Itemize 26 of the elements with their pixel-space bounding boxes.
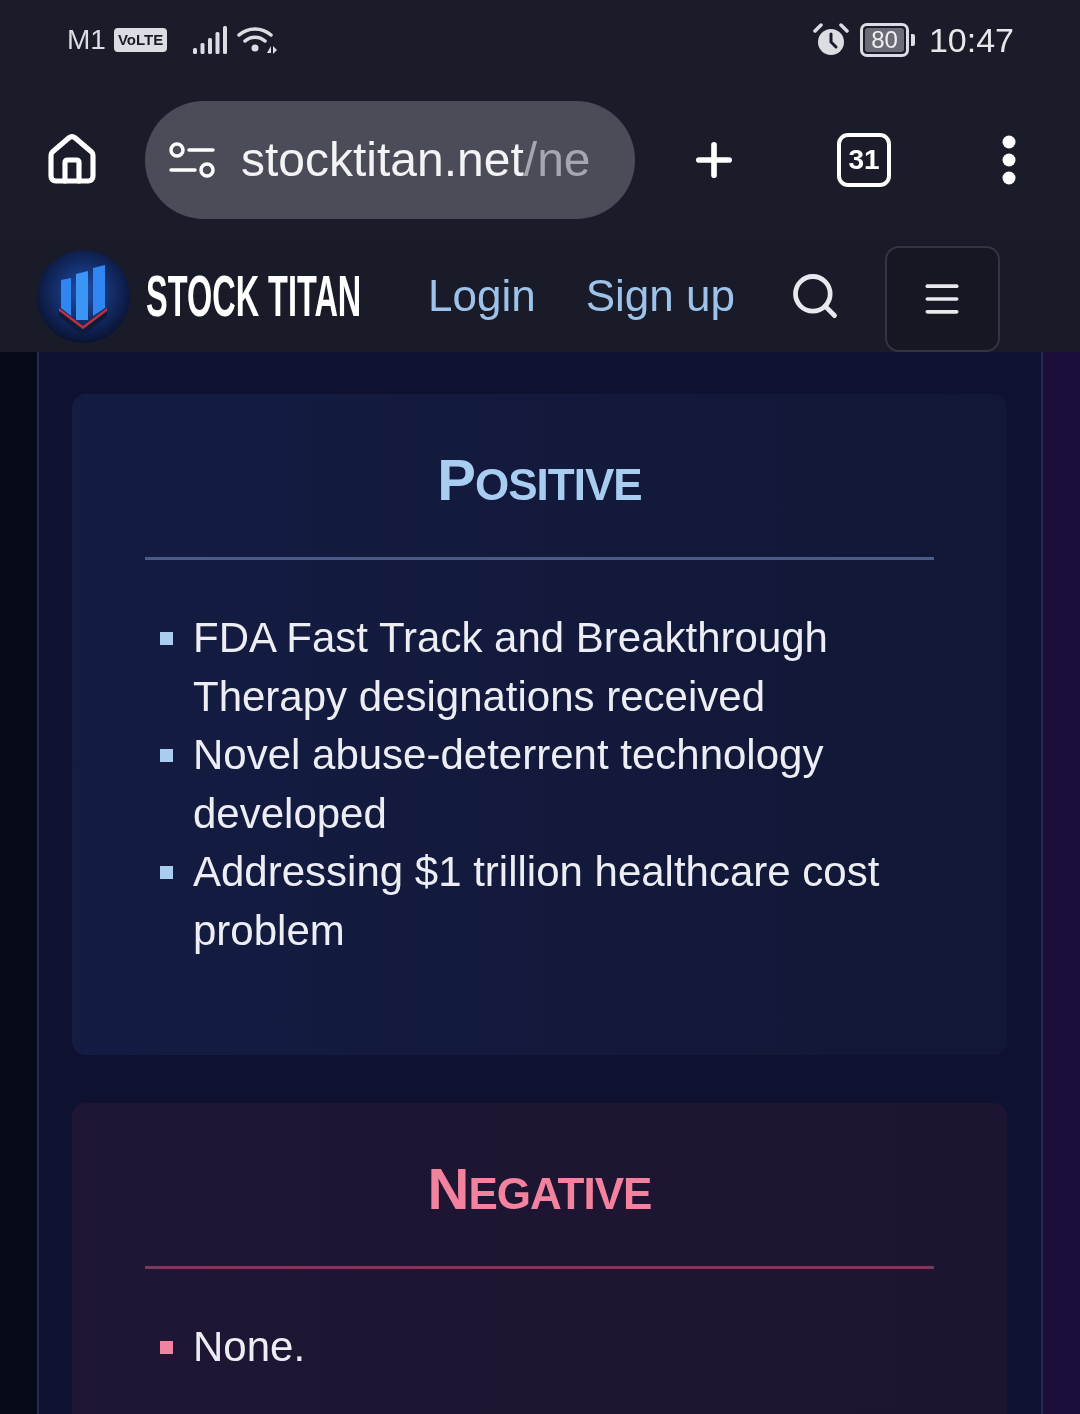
carrier-name: M1 (67, 26, 106, 54)
more-icon (1002, 135, 1016, 185)
battery-indicator: 80 (860, 23, 915, 57)
nav-link[interactable]: Login (428, 274, 536, 318)
wifi-icon (237, 26, 278, 54)
network-badge: VoLTE (113, 28, 168, 52)
bullet-icon (160, 632, 173, 645)
section-heading: NEGATIVE (427, 1161, 652, 1222)
bullet-icon (160, 866, 173, 879)
brand-name: STOCK TITAN (146, 266, 362, 326)
bullet-icon (160, 1341, 173, 1354)
list-item-text: FDA Fast Track and Breakthrough Therapy designations received (193, 613, 829, 722)
menu-button[interactable] (884, 246, 1000, 352)
signal-icon (193, 26, 228, 54)
address-bar[interactable]: stocktitan.net/ne (145, 101, 635, 219)
list-item-text: Novel abuse-deterrent technology developed (193, 730, 825, 839)
list-item-text: None. (193, 1322, 306, 1372)
tune-icon (169, 142, 215, 178)
alarm-clock-icon (813, 23, 850, 57)
logo-icon (37, 249, 130, 343)
section-heading: POSITIVE (437, 452, 642, 513)
list-item-text: Addressing $1 trillion healthcare cost problem (193, 847, 881, 956)
bullet-icon (160, 749, 173, 762)
tab-count-button[interactable]: 31 (837, 133, 891, 187)
clock-time: 10:47 (928, 23, 1014, 57)
nav-link[interactable]: Sign up (585, 274, 735, 318)
